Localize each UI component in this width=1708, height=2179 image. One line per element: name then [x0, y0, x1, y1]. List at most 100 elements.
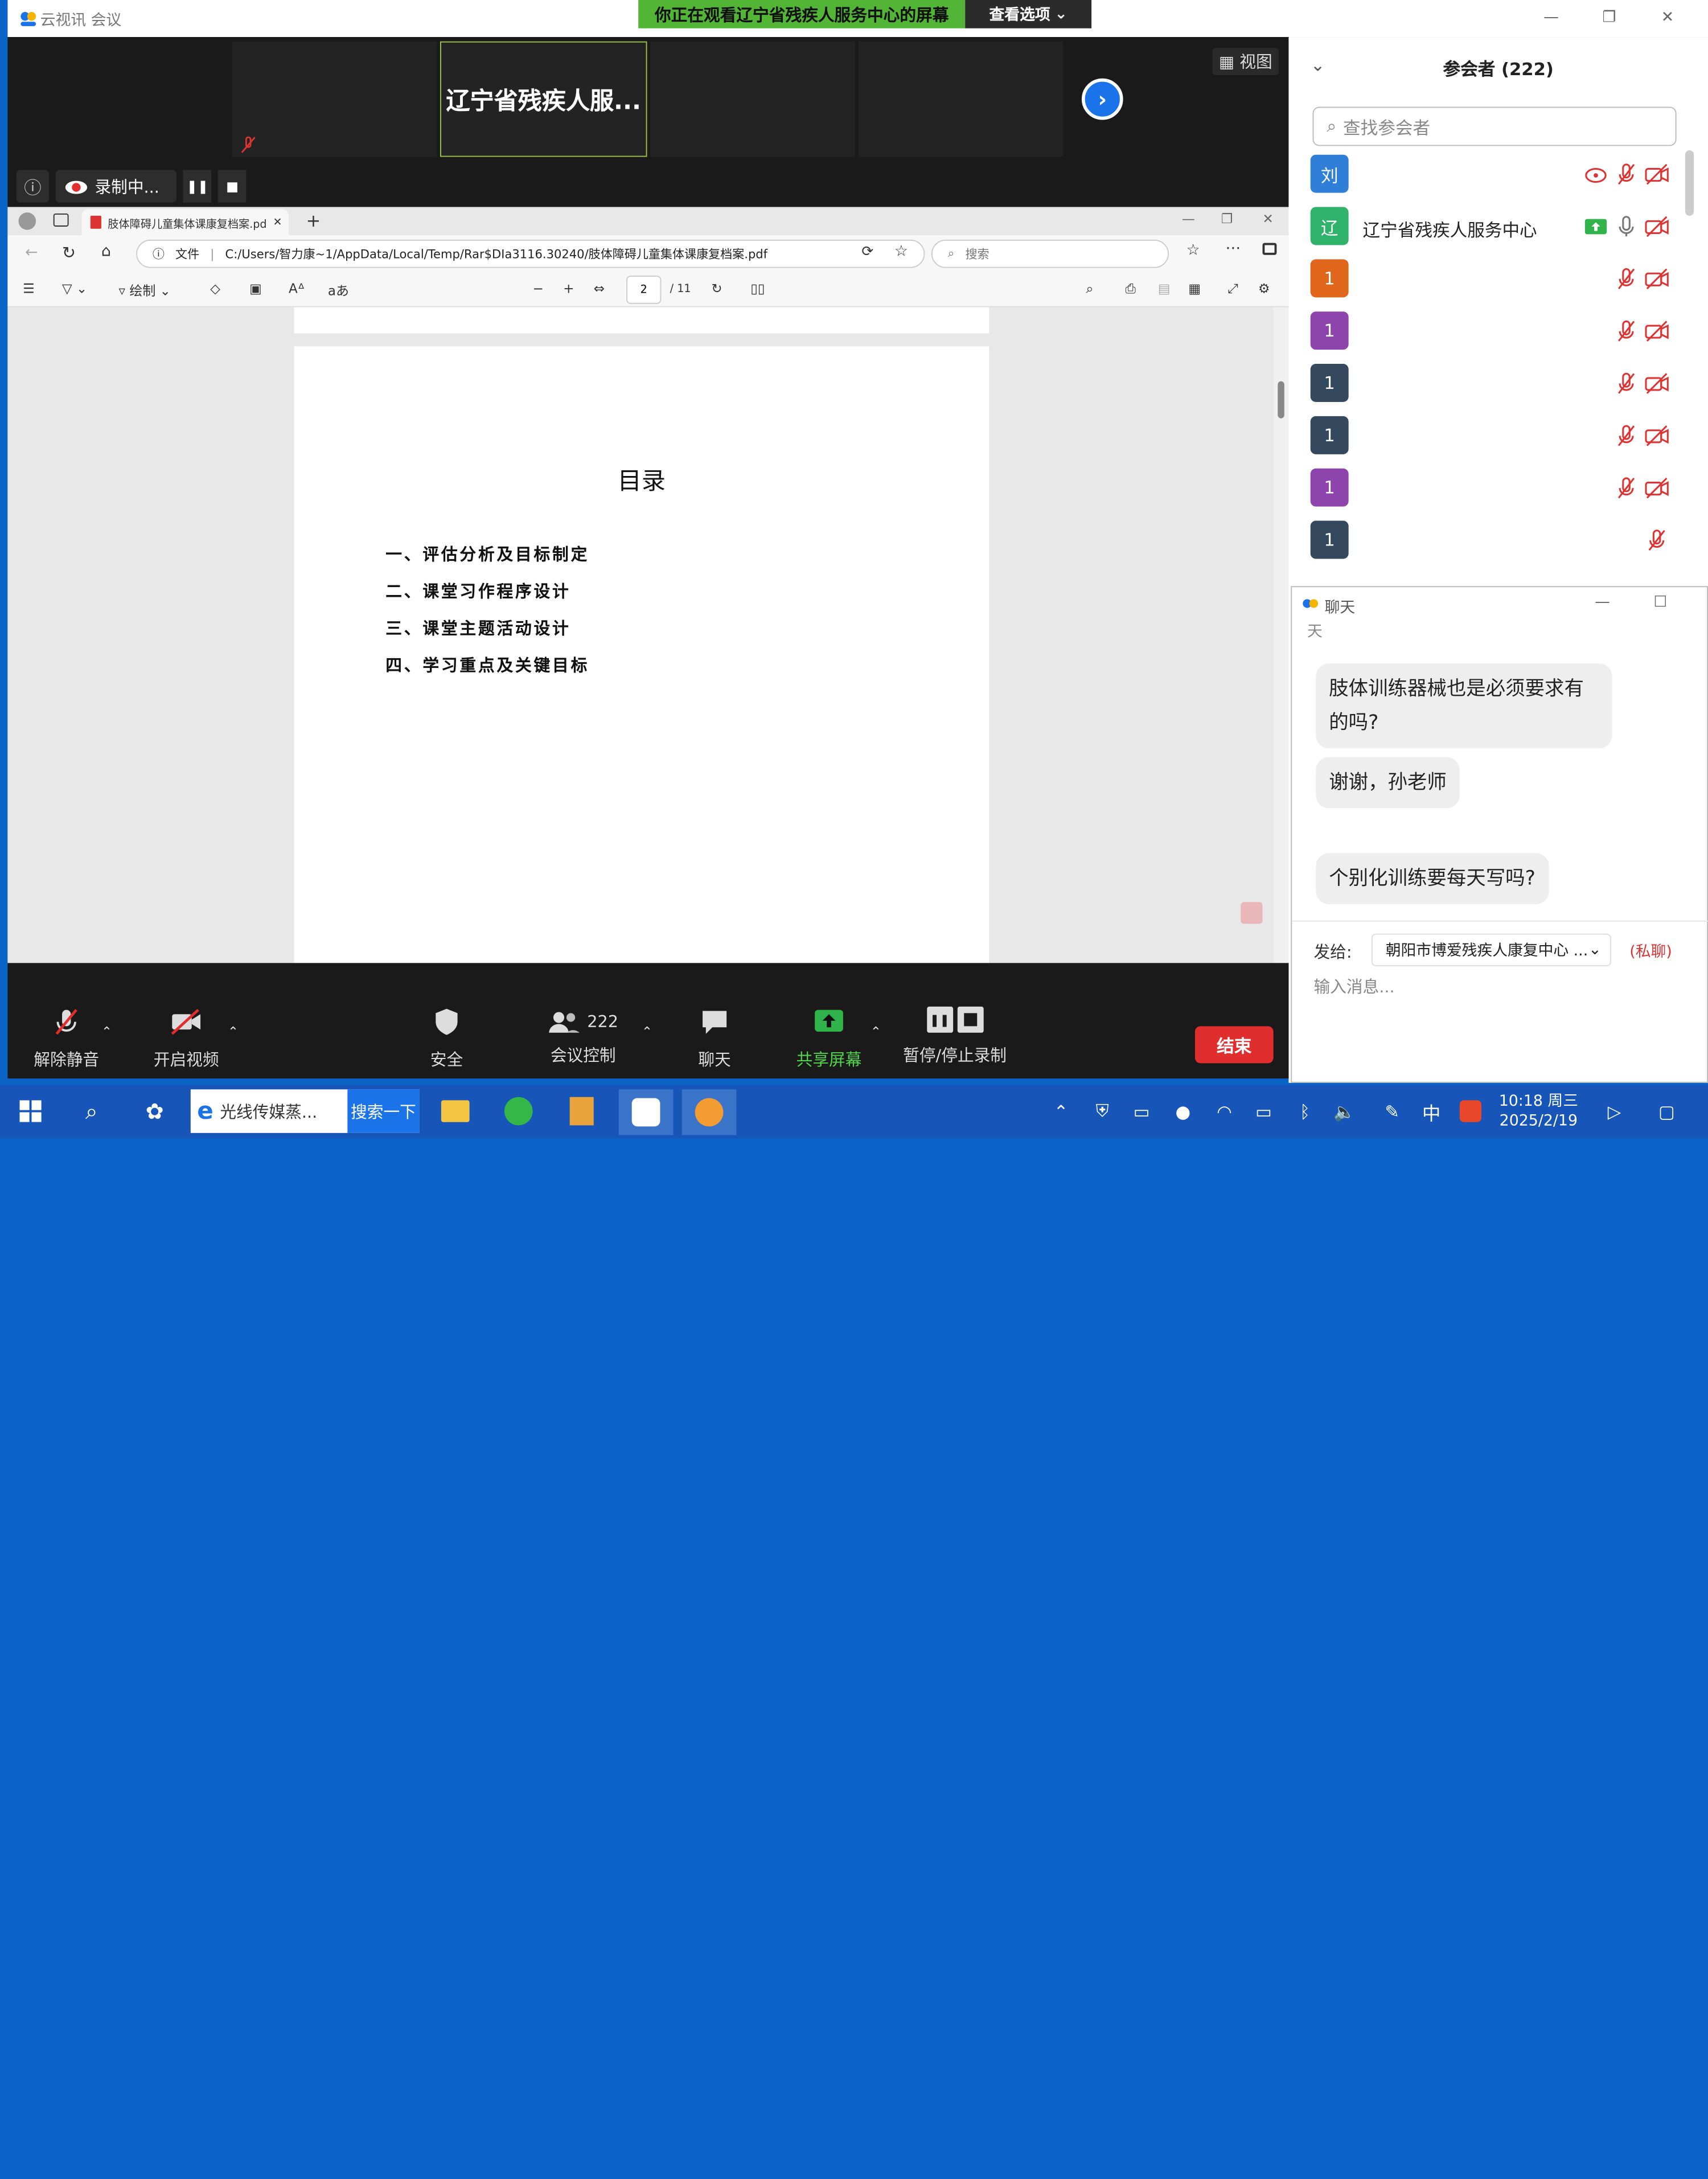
taskbar-clock[interactable]: 10:18 周三 2025/2/19	[1499, 1091, 1578, 1131]
tab-actions-icon[interactable]	[53, 214, 69, 227]
page-number-input[interactable]: 2	[626, 276, 662, 304]
mic-icon[interactable]	[1613, 214, 1640, 240]
save-icon[interactable]: ▤	[1158, 281, 1171, 297]
restore-icon[interactable]: ❐	[1602, 9, 1616, 26]
contents-icon[interactable]: ☰	[23, 281, 35, 297]
read-aloud-text-icon[interactable]: Aᐞ	[289, 281, 305, 297]
battery-icon[interactable]: ▭	[1244, 1091, 1283, 1131]
participants-options-chevron-icon[interactable]: ⌃	[642, 1024, 652, 1040]
taskbar-search-box[interactable]: e 光线传媒蒸... 搜索一下	[190, 1089, 420, 1133]
participant-row[interactable]: 1	[1310, 416, 1681, 456]
mic-muted-icon[interactable]	[1613, 422, 1640, 449]
text-box-icon[interactable]: ▣	[249, 281, 262, 297]
scrollbar-thumb[interactable]	[1278, 381, 1284, 418]
end-meeting-button[interactable]: 结束	[1194, 1026, 1274, 1064]
chat-maximize-icon[interactable]: ☐	[1653, 594, 1667, 612]
wifi-icon[interactable]: ◠	[1205, 1091, 1244, 1131]
browser-minimize-icon[interactable]: —	[1182, 211, 1195, 227]
mic-muted-icon[interactable]	[1613, 318, 1640, 344]
tray-chevron-icon[interactable]: ⌃	[1041, 1091, 1081, 1131]
volume-icon[interactable]: 🔈	[1325, 1091, 1364, 1131]
mic-muted-icon[interactable]	[1613, 371, 1640, 397]
browser-restore-icon[interactable]: ❐	[1221, 211, 1233, 227]
acrobat-icon[interactable]	[1241, 902, 1263, 924]
mic-muted-icon[interactable]	[1613, 266, 1640, 292]
url-field[interactable]: ⓘ 文件 | C:/Users/智力康~1/AppData/Local/Temp…	[136, 239, 925, 268]
home-icon[interactable]: ⌂	[101, 243, 111, 261]
participant-row[interactable]: 1	[1310, 259, 1681, 298]
print-icon[interactable]: ⎙	[1125, 281, 1135, 298]
view-button[interactable]: ▦ 视图	[1212, 48, 1279, 76]
view-options-button[interactable]: 查看选项 ⌄	[965, 0, 1092, 28]
share-options-chevron-icon[interactable]: ⌃	[871, 1024, 881, 1040]
video-tile[interactable]	[232, 41, 437, 157]
archive-icon[interactable]	[562, 1091, 601, 1131]
browser-360-icon[interactable]	[499, 1091, 538, 1131]
meeting-app-taskbar-icon[interactable]	[618, 1089, 674, 1135]
video-off-icon[interactable]	[1644, 266, 1670, 292]
back-icon[interactable]: ←	[25, 244, 38, 262]
participant-scrollbar[interactable]	[1685, 150, 1694, 216]
sogou-ime-icon[interactable]	[1451, 1091, 1491, 1131]
record-control-button[interactable]: ❚❚ 暂停/停止录制	[903, 1006, 1007, 1066]
browser-close-icon[interactable]: ✕	[1263, 211, 1274, 227]
info-icon[interactable]: ⓘ	[16, 170, 50, 203]
tray-app-icon[interactable]: ●	[1163, 1091, 1202, 1131]
video-tile[interactable]	[650, 41, 855, 157]
save-as-icon[interactable]: ▦	[1188, 281, 1201, 297]
fullscreen-icon[interactable]: ⤢	[1227, 281, 1238, 298]
participant-row[interactable]: 刘	[1310, 154, 1681, 194]
browser-tab[interactable]: 肢体障碍儿童集体课康复档案.pdf ✕	[81, 209, 289, 236]
close-icon[interactable]: ✕	[1661, 9, 1674, 26]
video-options-chevron-icon[interactable]: ⌃	[228, 1024, 239, 1040]
pdf-scrollbar[interactable]	[1273, 307, 1289, 963]
fit-width-icon[interactable]: ⇔	[594, 281, 605, 297]
search-icon[interactable]: ⌕	[72, 1091, 111, 1131]
video-off-icon[interactable]	[1644, 422, 1670, 449]
participant-row[interactable]: 辽辽宁省残疾人服务中心	[1310, 207, 1681, 247]
participant-row[interactable]: 1	[1310, 311, 1681, 351]
eraser-icon[interactable]: ◇	[210, 281, 220, 297]
participant-search-input[interactable]: ⌕ 查找参会者	[1312, 106, 1677, 146]
participant-row[interactable]: 1	[1310, 468, 1681, 508]
sidebar-toggle-icon[interactable]	[1262, 243, 1277, 255]
favorite-star-icon[interactable]: ☆	[894, 243, 908, 261]
unmute-button[interactable]: 解除静音	[34, 1007, 99, 1071]
media-icon[interactable]: ▷	[1595, 1091, 1634, 1131]
video-off-icon[interactable]	[1644, 475, 1670, 501]
file-explorer-icon[interactable]	[436, 1091, 475, 1131]
translate-icon[interactable]: aあ	[328, 281, 349, 300]
page-view-icon[interactable]: ▯▯	[750, 281, 765, 297]
zoom-out-icon[interactable]: −	[533, 281, 544, 297]
video-off-icon[interactable]	[1644, 161, 1670, 187]
participant-row[interactable]: 1	[1310, 364, 1681, 403]
participant-row[interactable]: 1	[1310, 520, 1681, 560]
chat-message-input[interactable]: 输入消息...	[1313, 975, 1394, 998]
refresh-icon[interactable]: ↻	[62, 243, 76, 262]
video-off-icon[interactable]	[1644, 371, 1670, 397]
meeting-control-button[interactable]: 222 会议控制	[548, 1007, 618, 1066]
audio-options-chevron-icon[interactable]: ⌃	[101, 1024, 112, 1040]
mic-muted-icon[interactable]	[1613, 475, 1640, 501]
stop-record-button[interactable]: ■	[218, 170, 247, 203]
minimize-icon[interactable]: —	[1543, 9, 1559, 26]
security-tray-icon[interactable]: ⛨	[1083, 1091, 1122, 1131]
video-tile[interactable]	[858, 41, 1064, 157]
profile-icon[interactable]	[18, 212, 36, 230]
taskbar-search-button[interactable]: 搜索一下	[347, 1089, 420, 1133]
browser-taskbar-icon[interactable]	[681, 1089, 737, 1135]
mic-muted-icon[interactable]	[1613, 161, 1640, 187]
app-swirl-icon[interactable]: ✿	[135, 1091, 174, 1131]
pdf-viewport[interactable]: 目录 一、评估分析及目标制定 二、课堂习作程序设计 三、课堂主题活动设计 四、学…	[7, 307, 1274, 963]
pause-record-button[interactable]: ❚❚	[183, 170, 212, 203]
find-icon[interactable]: ⌕	[1086, 281, 1094, 298]
rotate-icon[interactable]: ↻	[711, 281, 722, 297]
pen-tray-icon[interactable]: ✎	[1373, 1091, 1412, 1131]
start-video-button[interactable]: 开启视频	[154, 1007, 219, 1071]
new-tab-icon[interactable]: +	[306, 210, 321, 231]
video-off-icon[interactable]	[1644, 214, 1670, 240]
bluetooth-icon[interactable]: ᛒ	[1286, 1091, 1325, 1131]
video-off-icon[interactable]	[1644, 318, 1670, 344]
browser-search-field[interactable]: ⌕ 搜索	[931, 239, 1169, 268]
zoom-in-icon[interactable]: +	[563, 281, 574, 297]
